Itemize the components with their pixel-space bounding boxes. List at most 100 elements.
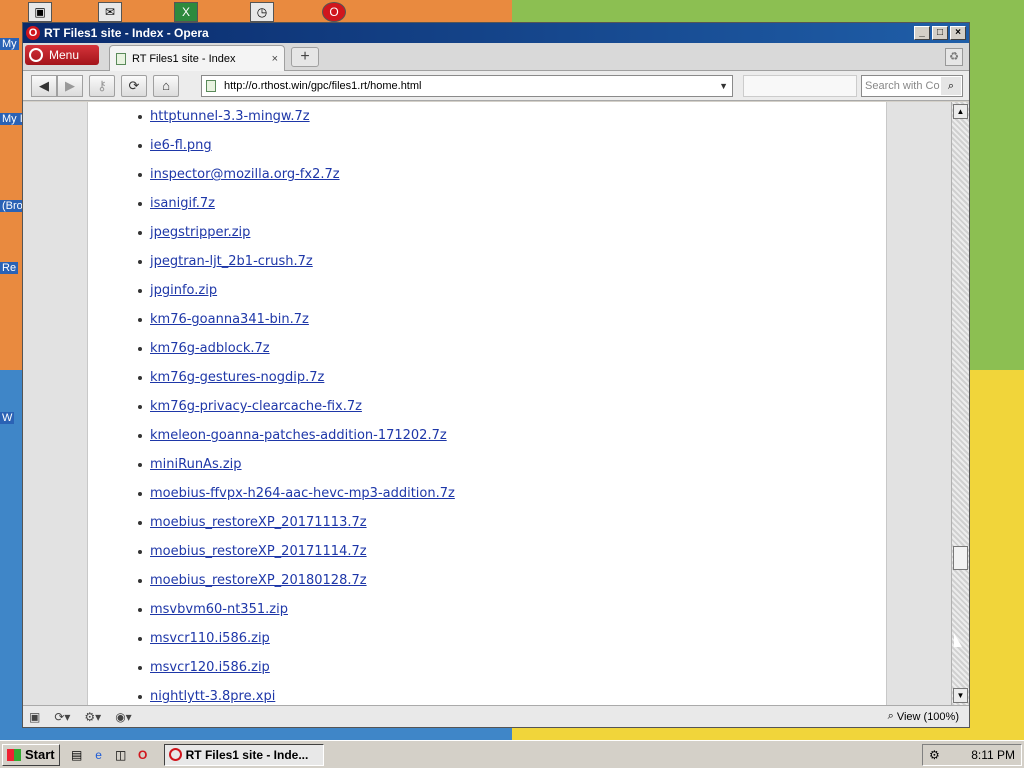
scroll-up-icon[interactable]: ▲ [953,104,968,119]
file-link[interactable]: jpegtran-ljt_2b1-crush.7z [150,254,313,269]
list-item: moebius_restoreXP_20171114.7z [138,537,455,566]
file-link[interactable]: moebius_restoreXP_20180128.7z [150,573,367,588]
list-item: km76-goanna341-bin.7z [138,305,455,334]
file-link[interactable]: kmeleon-goanna-patches-addition-171202.7… [150,428,447,443]
taskbar: Start ▤ e ◫ O RT Files1 site - Inde... ⚙… [0,740,1024,768]
forward-button[interactable]: ▶ [57,74,83,97]
file-link[interactable]: msvbvm60-nt351.zip [150,602,288,617]
list-item: msvcr110.i586.zip [138,624,455,653]
taskbar-task-label: RT Files1 site - Inde... [185,747,309,762]
app-icon[interactable]: ◫ [112,746,130,764]
file-link[interactable]: jpginfo.zip [150,283,217,298]
page-body: httptunnel-3.3-mingw.7z ie6-fl.png inspect… [87,102,887,705]
desktop-shortcut-icon[interactable]: ▤ [68,746,86,764]
search-input[interactable] [865,80,941,92]
file-link[interactable]: jpegstripper.zip [150,225,250,240]
opera-icon[interactable]: O [134,746,152,764]
bullet-icon [138,549,142,554]
file-link[interactable]: inspector@mozilla.org-fx2.7z [150,167,340,182]
bullet-icon [138,259,142,264]
file-link[interactable]: km76-goanna341-bin.7z [150,312,309,327]
excel-icon[interactable]: X [174,2,198,22]
system-tray: ⚙ 8:11 PM [922,744,1022,766]
bullet-icon [138,288,142,293]
file-link[interactable]: moebius_restoreXP_20171113.7z [150,515,367,530]
list-item: moebius_restoreXP_20180128.7z [138,566,455,595]
file-link[interactable]: httptunnel-3.3-mingw.7z [150,109,310,124]
address-bar[interactable]: http://o.rthost.win/gpc/files1.rt/home.h… [201,75,733,97]
panel-toggle-icon[interactable]: ▣ [29,710,40,724]
bullet-icon [138,607,142,612]
start-label: Start [25,747,55,762]
url-text[interactable]: http://o.rthost.win/gpc/files1.rt/home.h… [224,80,719,92]
title-bar[interactable]: O RT Files1 site - Index - Opera _ □ × [23,23,969,43]
file-link[interactable]: nightlytt-3.8pre.xpi [150,689,275,704]
file-link[interactable]: km76g-gestures-nogdip.7z [150,370,324,385]
key-icon[interactable]: ⚷ [89,74,115,97]
turbo-icon[interactable]: ◉▾ [115,710,132,724]
file-link[interactable]: miniRunAs.zip [150,457,242,472]
desktop-icon[interactable]: ▣ [28,2,52,22]
chevron-down-icon[interactable]: ▼ [719,81,728,91]
bullet-icon [138,636,142,641]
bullet-icon [138,520,142,525]
vertical-scrollbar[interactable]: ▲ ▼ [951,102,969,705]
tab-title: RT Files1 site - Index [132,52,236,65]
minimize-button[interactable]: _ [914,26,930,40]
scroll-down-icon[interactable]: ▼ [953,688,968,703]
file-link[interactable]: moebius_restoreXP_20171114.7z [150,544,367,559]
clock[interactable]: 8:11 PM [971,748,1015,762]
taskbar-opera-button[interactable]: RT Files1 site - Inde... [163,743,324,766]
bullet-icon [138,346,142,351]
list-item: km76g-privacy-clearcache-fix.7z [138,392,455,421]
file-link[interactable]: moebius-ffvpx-h264-aac-hevc-mp3-addition… [150,486,455,501]
tray-network-icon[interactable]: ⚙ [929,748,940,762]
opera-logo-icon [29,48,43,62]
browser-window: O RT Files1 site - Index - Opera _ □ × M… [22,22,970,728]
file-link[interactable]: km76g-privacy-clearcache-fix.7z [150,399,362,414]
toolbar-spacer [743,75,857,97]
clock-icon[interactable]: ◷ [250,2,274,22]
zoom-control[interactable]: ⌕ View (100%) [888,710,959,723]
list-item: jpegstripper.zip [138,218,455,247]
file-link[interactable]: ie6-fl.png [150,138,212,153]
back-button[interactable]: ◀ [31,74,57,97]
list-item: jpegtran-ljt_2b1-crush.7z [138,247,455,276]
page-icon [116,52,126,65]
scroll-thumb[interactable] [953,546,968,570]
search-icon[interactable]: ⌕ [941,77,961,95]
ie-icon[interactable]: e [90,746,108,764]
bullet-icon [138,201,142,206]
file-list: httptunnel-3.3-mingw.7z ie6-fl.png inspect… [138,102,455,705]
quick-launch: ▤ e ◫ O [68,746,156,764]
desktop-label[interactable]: My [0,38,19,50]
opera-icon[interactable]: O [322,2,346,22]
zoom-label: View (100%) [896,710,959,723]
network-icon[interactable]: ⚙▾ [84,710,101,724]
file-link[interactable]: isanigif.7z [150,196,215,211]
sync-icon[interactable]: ⟳▾ [54,710,70,724]
list-item: kmeleon-goanna-patches-addition-171202.7… [138,421,455,450]
opera-menu-button[interactable]: Menu [25,45,99,65]
list-item: msvcr120.i586.zip [138,653,455,682]
trash-icon[interactable]: ♻ [945,48,963,66]
maximize-button[interactable]: □ [932,26,948,40]
list-item: ie6-fl.png [138,131,455,160]
list-item: km76g-adblock.7z [138,334,455,363]
new-tab-button[interactable]: + [291,47,319,67]
file-link[interactable]: msvcr120.i586.zip [150,660,270,675]
file-link[interactable]: km76g-adblock.7z [150,341,270,356]
tab-active[interactable]: RT Files1 site - Index × [109,45,285,71]
opera-logo-icon [168,748,182,761]
home-button[interactable]: ⌂ [153,74,179,97]
search-box[interactable]: ⌕ [861,75,963,97]
desktop-label[interactable]: Re [0,262,19,274]
file-link[interactable]: msvcr110.i586.zip [150,631,270,646]
list-item: miniRunAs.zip [138,450,455,479]
tab-close-icon[interactable]: × [272,53,278,65]
desktop-icon[interactable]: ✉ [98,2,122,22]
start-button[interactable]: Start [2,743,60,766]
desktop-label[interactable]: W [0,412,15,424]
close-button[interactable]: × [950,26,966,40]
reload-button[interactable]: ⟳ [121,74,147,97]
